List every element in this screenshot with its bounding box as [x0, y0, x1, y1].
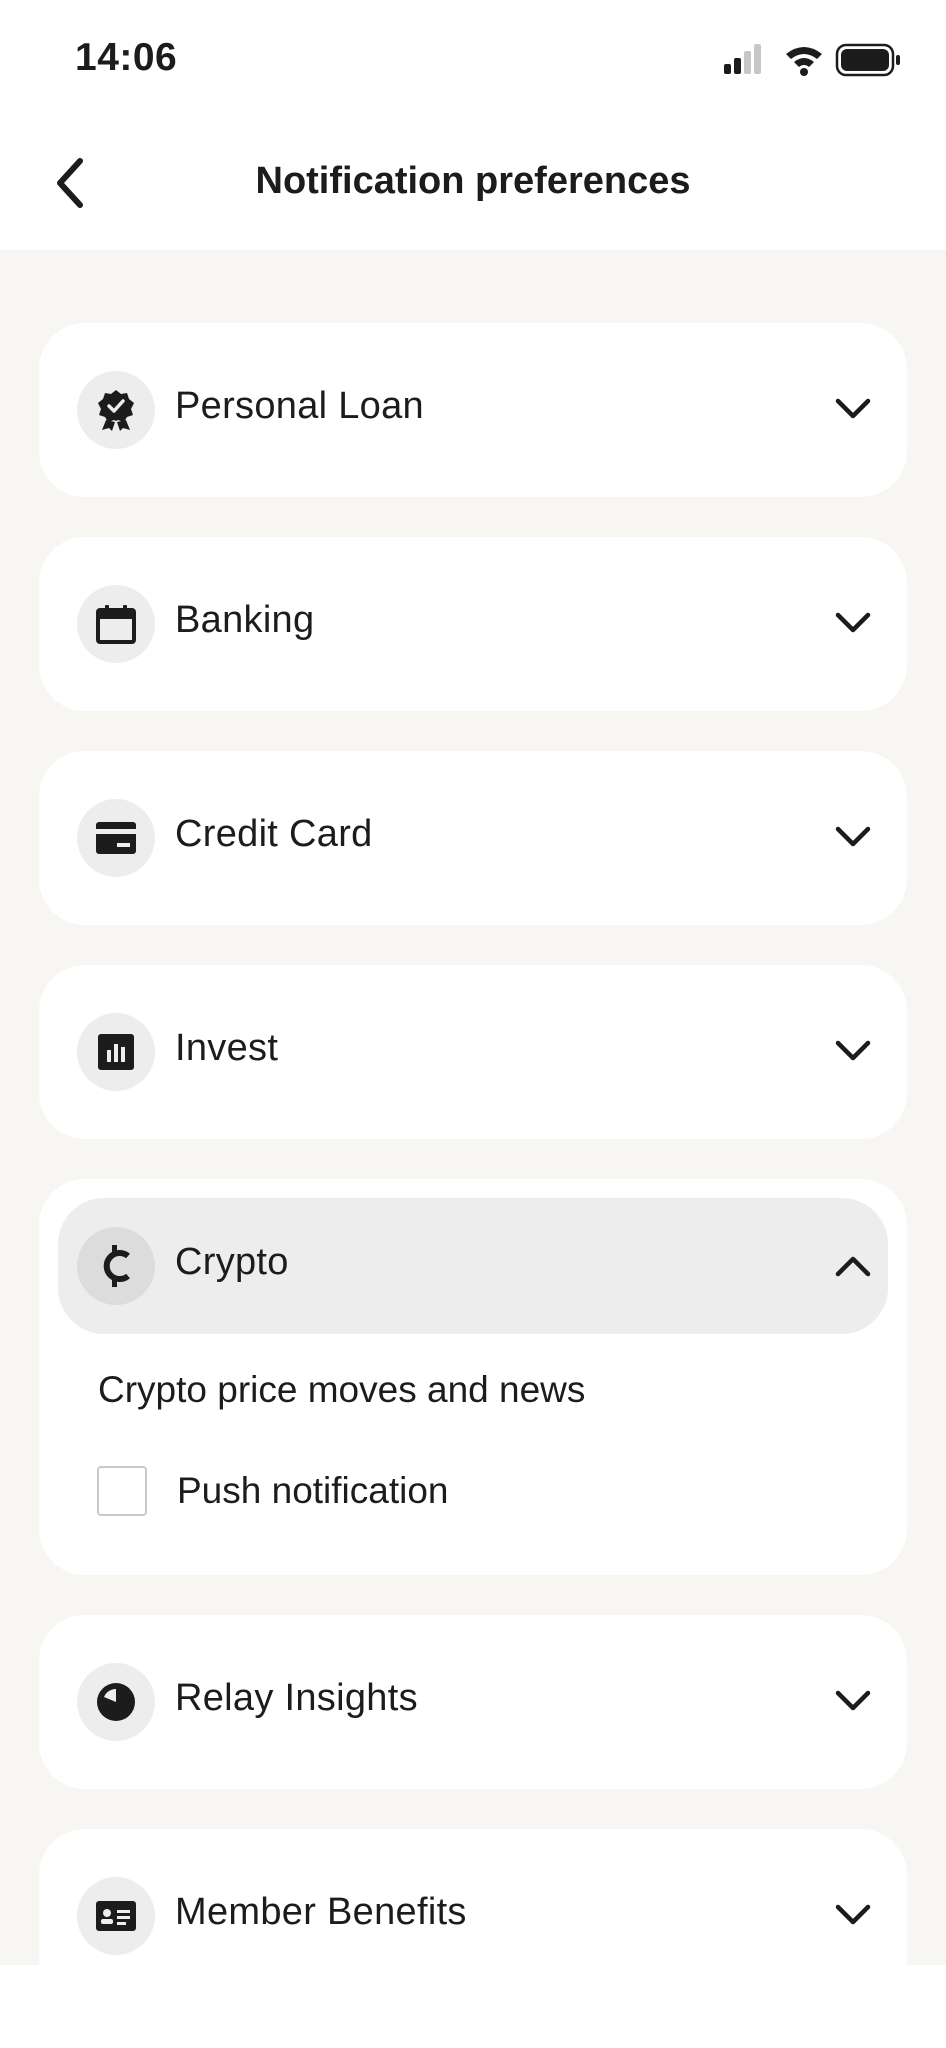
preferences-list: Personal Loan Banking Credit Card Invest… — [0, 250, 946, 1965]
section-label: Banking — [175, 599, 315, 641]
section-label: Personal Loan — [175, 385, 424, 427]
chevron-down-icon — [835, 398, 871, 419]
status-time: 14:06 — [75, 36, 178, 79]
chevron-down-icon — [835, 826, 871, 847]
push-notification-checkbox[interactable] — [97, 1466, 147, 1516]
chevron-down-icon — [835, 612, 871, 633]
navigation-bar: Notification preferences — [0, 120, 946, 250]
checkbox-label: Push notification — [177, 1470, 449, 1511]
section-description: Crypto price moves and news — [98, 1369, 586, 1410]
section-label: Member Benefits — [175, 1891, 467, 1933]
section-header-invest[interactable]: Invest — [39, 965, 907, 1139]
status-bar: 14:06 — [0, 0, 946, 120]
chevron-down-icon — [835, 1904, 871, 1925]
section-label: Credit Card — [175, 813, 373, 855]
section-header-credit-card[interactable]: Credit Card — [39, 751, 907, 925]
cent-currency-icon — [103, 1245, 130, 1287]
push-notification-option[interactable]: Push notification — [97, 1465, 449, 1517]
id-card-icon — [96, 1901, 136, 1931]
wifi-icon — [786, 47, 822, 76]
section-header-relay-insights[interactable]: Relay Insights — [39, 1615, 907, 1789]
section-card-invest: Invest — [39, 965, 907, 1139]
page-title: Notification preferences — [255, 160, 691, 202]
credit-card-icon — [96, 822, 136, 854]
bottom-area — [0, 1965, 946, 2048]
section-card-relay-insights: Relay Insights — [39, 1615, 907, 1789]
section-label: Relay Insights — [175, 1677, 418, 1719]
chevron-down-icon — [835, 1040, 871, 1061]
section-card-crypto: Crypto Crypto price moves and news Push … — [39, 1179, 907, 1575]
section-label: Invest — [175, 1027, 279, 1069]
section-header-personal-loan[interactable]: Personal Loan — [39, 323, 907, 497]
pie-chart-icon — [97, 1683, 135, 1721]
cellular-signal-icon — [724, 44, 761, 74]
battery-icon — [835, 43, 900, 77]
section-card-personal-loan: Personal Loan — [39, 323, 907, 497]
award-badge-icon — [98, 390, 134, 431]
section-header-banking[interactable]: Banking — [39, 537, 907, 711]
section-label: Crypto — [175, 1241, 289, 1283]
section-header-member-benefits[interactable]: Member Benefits — [39, 1829, 907, 1965]
section-card-credit-card: Credit Card — [39, 751, 907, 925]
bar-chart-icon — [98, 1034, 134, 1070]
calendar-icon — [96, 605, 136, 644]
chevron-down-icon — [835, 1690, 871, 1711]
chevron-up-icon — [835, 1256, 871, 1277]
section-header-crypto[interactable]: Crypto — [58, 1198, 888, 1334]
section-card-member-benefits: Member Benefits — [39, 1829, 907, 1965]
section-card-banking: Banking — [39, 537, 907, 711]
status-icons — [722, 40, 902, 80]
